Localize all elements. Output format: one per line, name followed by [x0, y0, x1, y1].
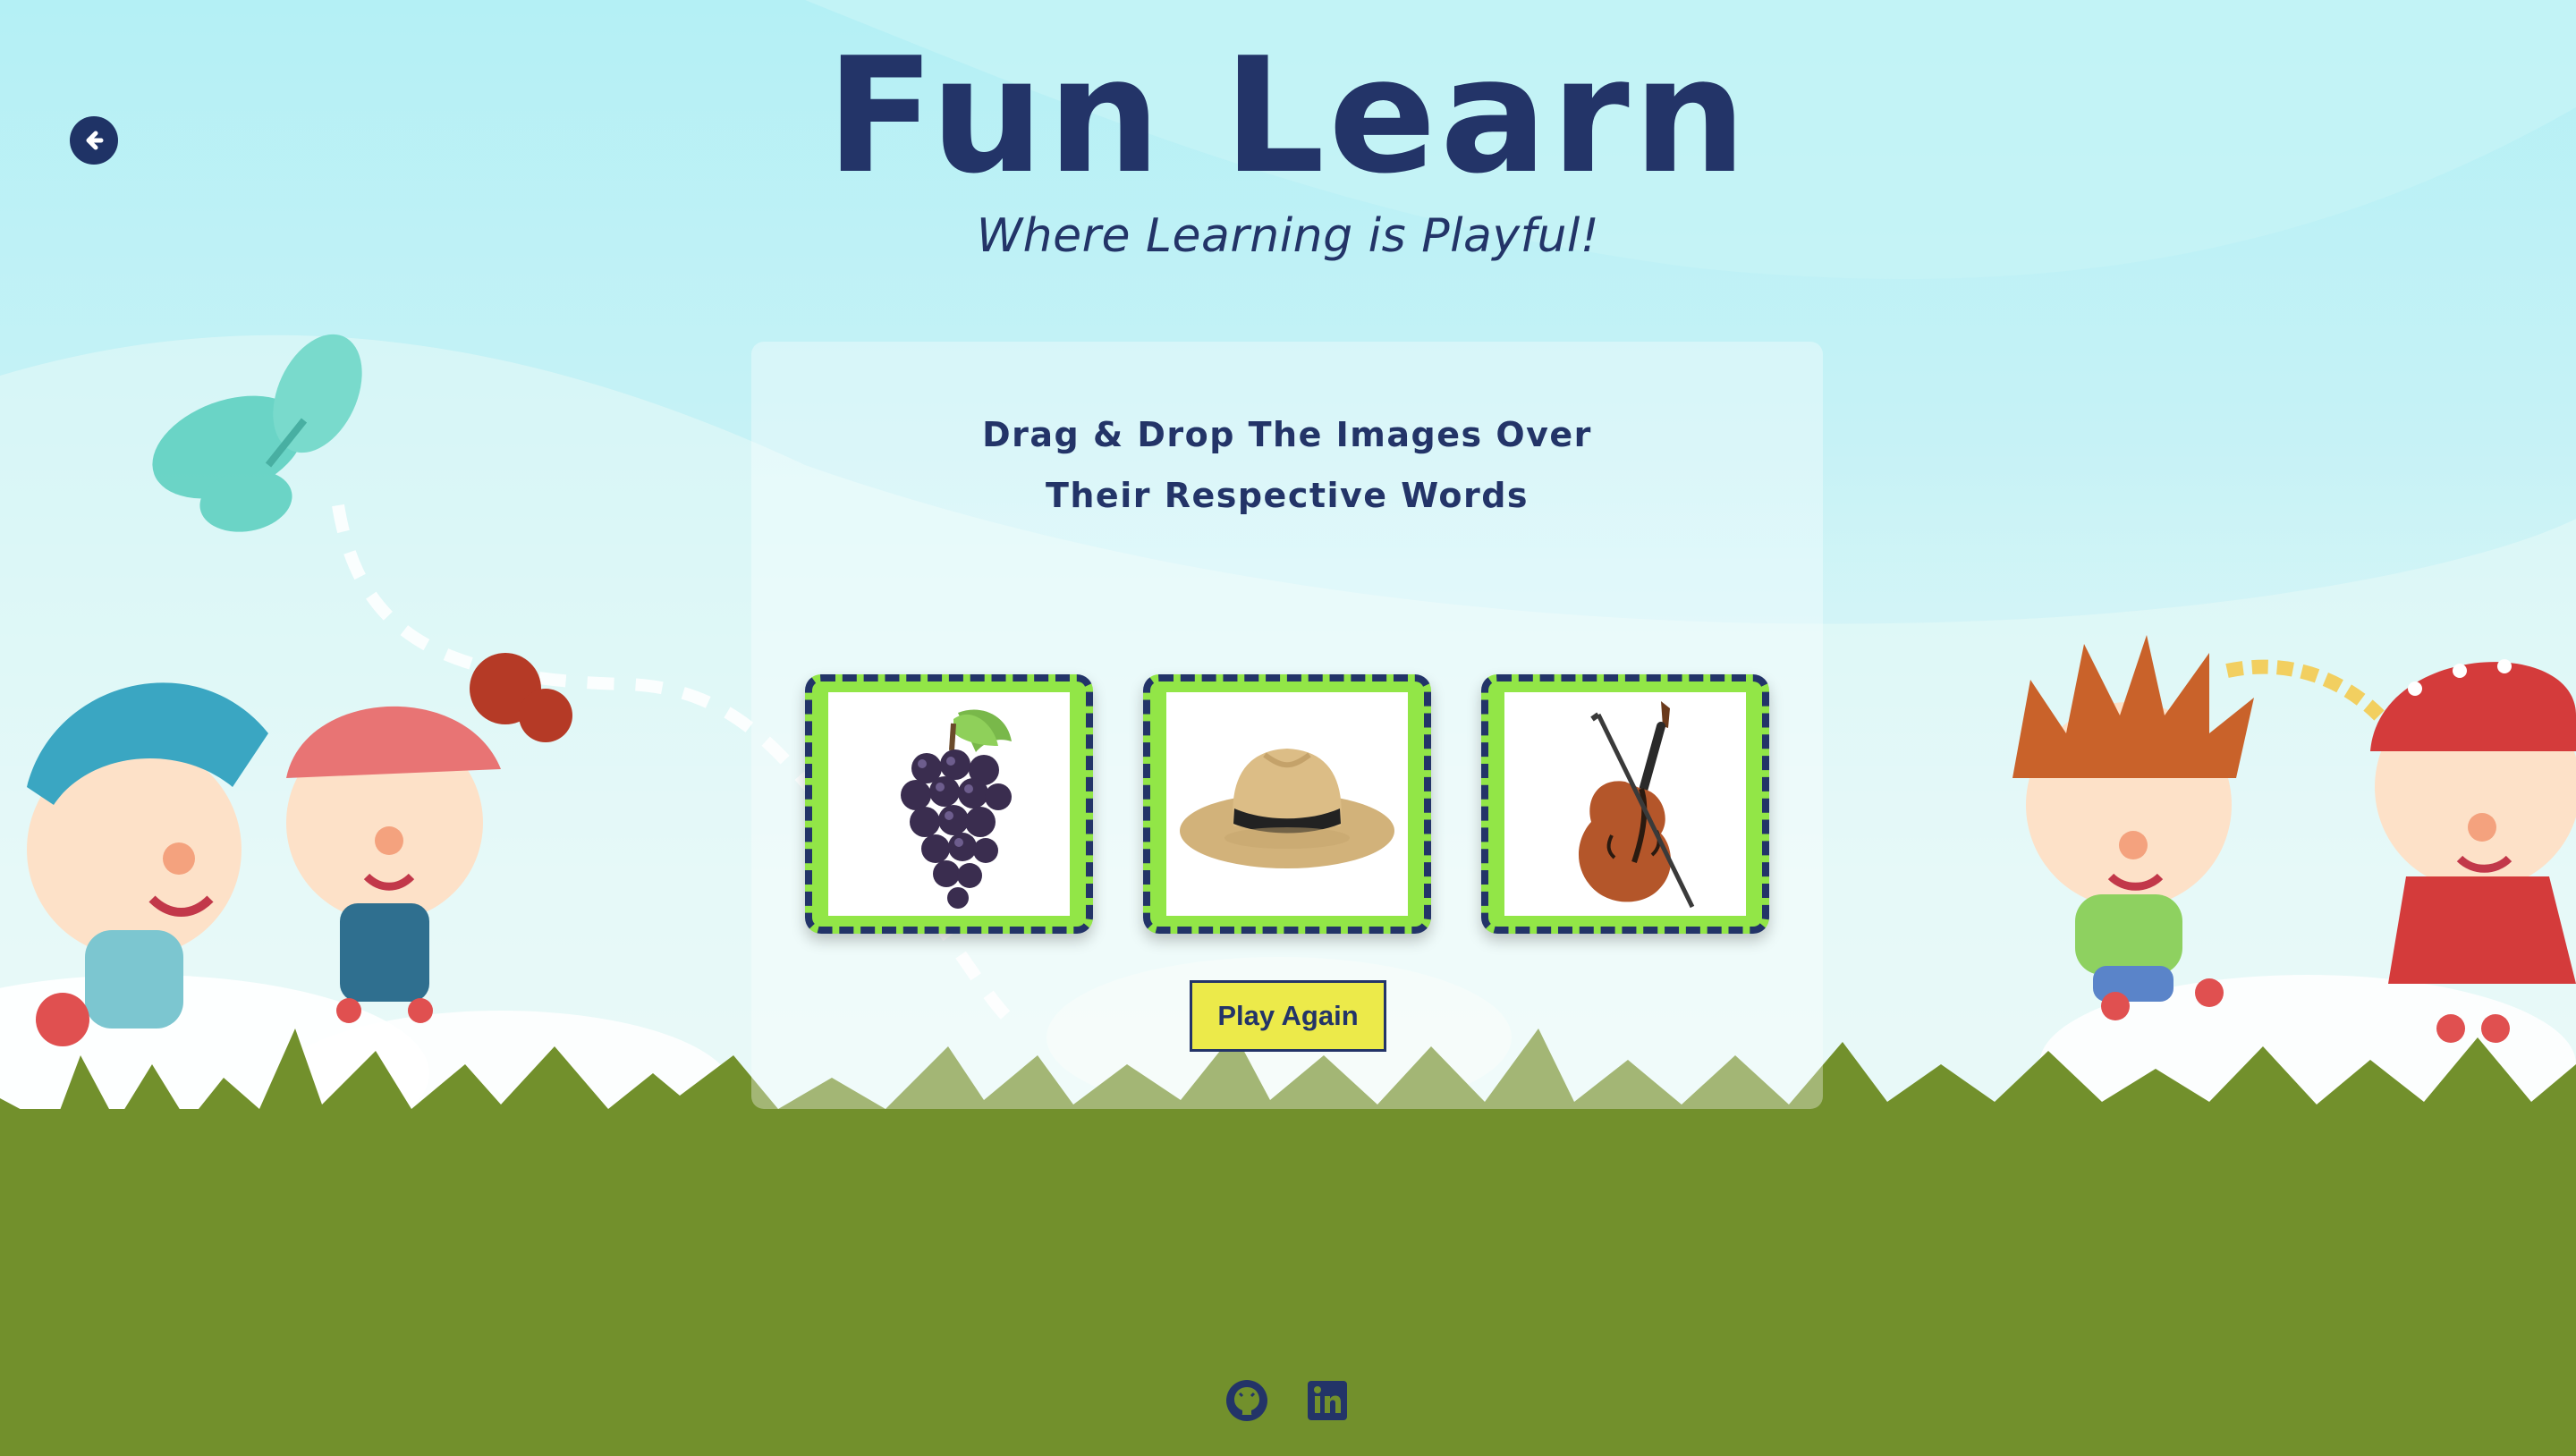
card-hat[interactable] — [1143, 674, 1431, 934]
violin-image — [1578, 701, 1695, 909]
image-cards — [805, 674, 1769, 934]
instruction-line-2: Their Respective Words — [1045, 476, 1530, 515]
header: Fun Learn Where Learning is Playful! — [0, 23, 2576, 264]
github-link[interactable] — [1225, 1379, 1268, 1422]
grapes-image — [901, 709, 1012, 909]
page-title: Fun Learn — [826, 23, 1750, 208]
hat-image — [1180, 749, 1394, 868]
linkedin-link[interactable] — [1306, 1379, 1349, 1422]
page-subtitle: Where Learning is Playful! — [976, 209, 1600, 263]
card-grapes[interactable] — [805, 674, 1093, 934]
game-panel: Drag & Drop The Images Over Their Respec… — [751, 342, 1823, 1109]
play-again-button[interactable]: Play Again — [1190, 980, 1386, 1052]
instruction-text: Drag & Drop The Images Over Their Respec… — [751, 404, 1823, 526]
card-violin[interactable] — [1481, 674, 1769, 934]
linkedin-icon — [1308, 1381, 1347, 1420]
instruction-line-1: Drag & Drop The Images Over — [982, 415, 1592, 454]
github-icon — [1226, 1380, 1267, 1421]
